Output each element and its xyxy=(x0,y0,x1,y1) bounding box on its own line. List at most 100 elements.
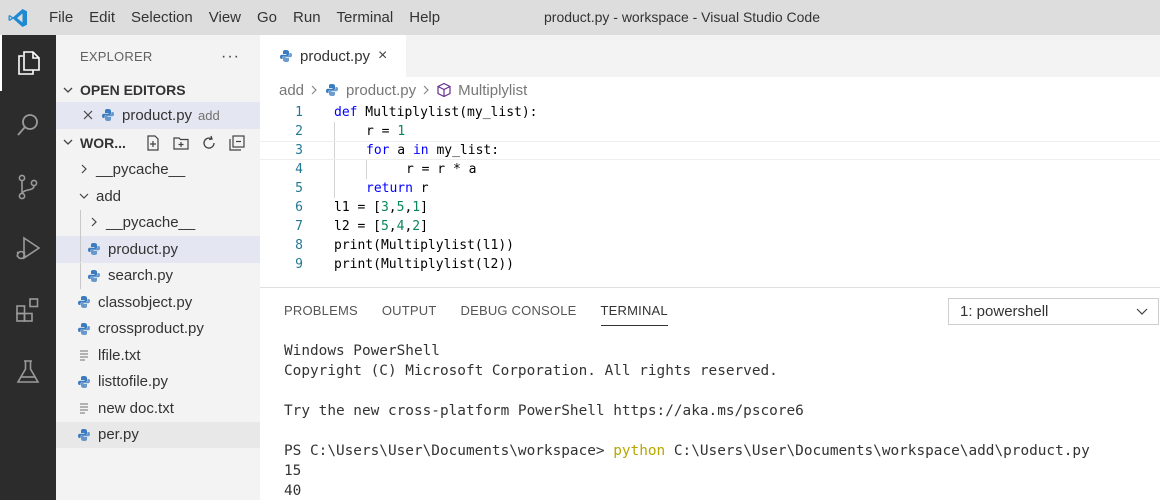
open-editor-item[interactable]: product.py add xyxy=(56,102,260,129)
code-text: print(Multiplylist(l1)) xyxy=(334,238,515,253)
chevron-down-icon xyxy=(56,135,80,150)
explorer-title: EXPLORER xyxy=(80,49,153,64)
code-text: print(Multiplylist(l2)) xyxy=(334,257,515,272)
search-button[interactable] xyxy=(0,97,56,153)
open-editors-header[interactable]: OPEN EDITORS xyxy=(56,78,260,102)
code-line: 7 l2 = [5,4,2] xyxy=(260,217,1160,236)
tree-item-pycache-nested[interactable]: __pycache__ xyxy=(56,209,260,237)
editor-tabs: product.py × xyxy=(260,35,1160,77)
run-debug-button[interactable] xyxy=(0,220,56,276)
source-control-icon xyxy=(18,174,38,200)
terminal-command-line: PS C:\Users\User\Documents\workspace> py… xyxy=(284,441,1090,461)
extensions-button[interactable] xyxy=(0,282,56,338)
code-text: l2 = [5,4,2] xyxy=(334,219,428,234)
line-number: 3 xyxy=(295,143,303,158)
tree-item-label: lfile.txt xyxy=(98,346,141,364)
workspace-label: WOR... xyxy=(80,134,126,151)
tree-item-label: classobject.py xyxy=(98,293,193,311)
code-editor[interactable]: 1 def Multiplylist(my_list): 2 r = 1 3 f… xyxy=(260,103,1160,286)
chevron-down-icon xyxy=(56,83,80,98)
breadcrumb-file[interactable]: product.py xyxy=(346,82,416,99)
tab-product-py[interactable]: product.py × xyxy=(260,35,406,77)
explorer-sidebar: EXPLORER ··· OPEN EDITORS product.py add… xyxy=(56,35,260,500)
breadcrumb-symbol[interactable]: Multiplylist xyxy=(458,82,527,99)
new-folder-icon[interactable] xyxy=(172,134,190,152)
title-bar: File Edit Selection View Go Run Terminal… xyxy=(0,0,1160,35)
line-number: 2 xyxy=(295,124,303,139)
code-line: 1 def Multiplylist(my_list): xyxy=(260,103,1160,122)
text-file-icon xyxy=(76,347,92,363)
tree-item-add-folder[interactable]: add xyxy=(56,183,260,210)
tree-item-listtofile-py[interactable]: listtofile.py xyxy=(56,369,260,396)
chevron-down-icon xyxy=(1136,304,1148,321)
line-number: 9 xyxy=(295,257,303,272)
code-text: l1 = [3,5,1] xyxy=(334,200,428,215)
terminal-line: Copyright (C) Microsoft Corporation. All… xyxy=(284,363,778,379)
tree-item-pycache[interactable]: __pycache__ xyxy=(56,157,260,184)
line-number: 7 xyxy=(295,219,303,234)
terminal-select[interactable]: 1: powershell xyxy=(948,298,1159,325)
workspace-actions xyxy=(144,134,260,152)
code-line: 5 return r xyxy=(260,179,1160,198)
line-number: 5 xyxy=(295,181,303,196)
tree-item-label: product.py xyxy=(108,240,179,258)
python-file-icon xyxy=(324,82,340,98)
code-text: return r xyxy=(366,181,429,196)
testing-button[interactable] xyxy=(0,344,56,400)
more-actions-icon[interactable]: ··· xyxy=(221,48,240,66)
open-editors-label: OPEN EDITORS xyxy=(80,82,186,98)
python-file-icon xyxy=(100,107,116,123)
files-icon xyxy=(18,51,40,75)
terminal-line: Windows PowerShell xyxy=(284,343,440,359)
source-control-button[interactable] xyxy=(0,159,56,215)
tree-item-new-doc-txt[interactable]: new doc.txt xyxy=(56,395,260,422)
run-debug-icon xyxy=(16,236,41,260)
tab-problems[interactable]: PROBLEMS xyxy=(284,288,358,334)
tree-item-product-py[interactable]: product.py xyxy=(56,236,260,263)
terminal-blank-line: ​ xyxy=(284,421,1090,441)
close-icon[interactable] xyxy=(80,110,96,120)
extensions-icon xyxy=(16,298,39,322)
code-line: 9 print(Multiplylist(l2)) xyxy=(260,255,1160,274)
tree-item-label: per.py xyxy=(98,426,139,444)
text-file-icon xyxy=(76,400,92,416)
tree-item-per-py[interactable]: per.py xyxy=(56,421,260,448)
tree-item-label: crossproduct.py xyxy=(98,320,204,338)
chevron-right-icon xyxy=(86,215,102,230)
tab-label: product.py xyxy=(300,47,371,65)
tree-item-label: __pycache__ xyxy=(96,161,186,179)
tab-terminal[interactable]: TERMINAL xyxy=(600,288,668,326)
terminal-blank-line: ​ xyxy=(284,381,1090,401)
line-number: 4 xyxy=(295,162,303,177)
python-file-icon xyxy=(278,48,294,64)
chevron-right-icon xyxy=(310,82,318,99)
activity-bar xyxy=(0,35,56,500)
explorer-button[interactable] xyxy=(0,35,56,91)
tab-debug-console[interactable]: DEBUG CONSOLE xyxy=(461,288,577,334)
terminal-output[interactable]: Windows PowerShell Copyright (C) Microsof… xyxy=(284,341,1090,500)
tree-item-classobject-py[interactable]: classobject.py xyxy=(56,289,260,316)
panel-tabs: PROBLEMS OUTPUT DEBUG CONSOLE TERMINAL xyxy=(284,288,668,334)
refresh-icon[interactable] xyxy=(200,134,218,152)
code-line: 6 l1 = [3,5,1] xyxy=(260,198,1160,217)
workspace-header[interactable]: WOR... xyxy=(56,129,260,157)
terminal-args: C:\Users\User\Documents\workspace\add\pr… xyxy=(665,443,1090,459)
code-text: for a in my_list: xyxy=(366,143,500,158)
tree-item-label: __pycache__ xyxy=(106,214,196,232)
collapse-all-icon[interactable] xyxy=(228,134,246,152)
testing-icon xyxy=(16,360,40,383)
breadcrumb-folder[interactable]: add xyxy=(279,82,304,99)
tree-item-label: search.py xyxy=(108,267,174,285)
close-tab-icon[interactable]: × xyxy=(378,47,387,65)
tree-item-search-py[interactable]: search.py xyxy=(56,262,260,290)
tree-item-label: listtofile.py xyxy=(98,373,169,391)
code-line-current: 3 for a in my_list: xyxy=(260,141,1160,160)
line-number: 8 xyxy=(295,238,303,253)
tree-item-lfile-txt[interactable]: lfile.txt xyxy=(56,342,260,369)
line-number: 1 xyxy=(295,105,303,120)
new-file-icon[interactable] xyxy=(144,134,162,152)
chevron-right-icon xyxy=(76,162,92,177)
tab-output[interactable]: OUTPUT xyxy=(382,288,437,334)
python-file-icon xyxy=(76,321,92,337)
tree-item-crossproduct-py[interactable]: crossproduct.py xyxy=(56,316,260,343)
